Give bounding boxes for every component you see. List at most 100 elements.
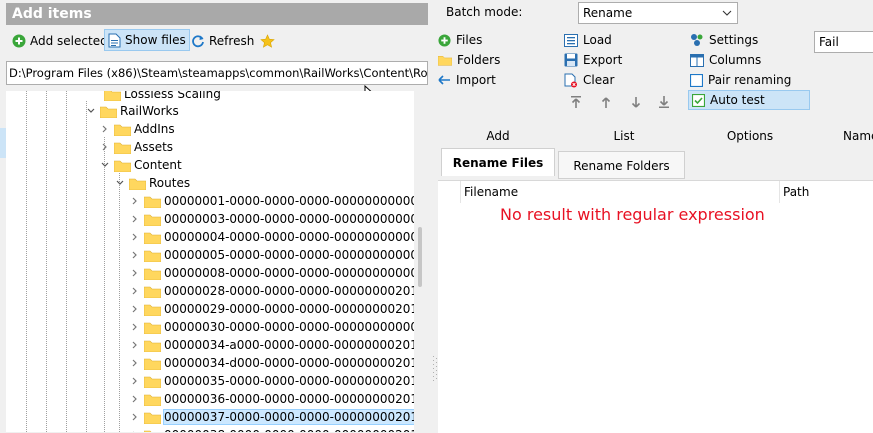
tree-item-routes[interactable]: Routes xyxy=(115,174,190,192)
tree-item-label: 00000029-0000-0000-0000-000000002014 xyxy=(164,302,422,316)
chevron-right-icon[interactable] xyxy=(130,412,140,422)
move-down-icon[interactable] xyxy=(630,96,642,109)
tree-item-assets[interactable]: Assets xyxy=(100,138,173,156)
no-result-message: No result with regular expression xyxy=(500,205,765,224)
chevron-down-icon[interactable] xyxy=(86,106,96,116)
column-header-path[interactable]: Path xyxy=(783,181,809,203)
tree-item-route[interactable]: 00000028-0000-0000-0000-000000002014 xyxy=(130,282,422,300)
folder-tree[interactable]: Lossless Scaling RailWorks AddIns Assets… xyxy=(6,91,422,432)
tree-item-railworks[interactable]: RailWorks xyxy=(86,102,179,120)
checkbox-unchecked-icon xyxy=(690,73,703,87)
chevron-down-icon[interactable] xyxy=(115,178,125,188)
move-bottom-icon[interactable] xyxy=(658,95,670,109)
tree-item-route[interactable]: 00000004-0000-0000-0000-000000000000 xyxy=(130,228,422,246)
chevron-right-icon[interactable] xyxy=(130,268,140,278)
path-input[interactable]: D:\Program Files (x86)\Steam\steamapps\c… xyxy=(6,61,428,85)
folder-icon xyxy=(144,357,161,370)
column-header-filename[interactable]: Filename xyxy=(464,181,518,203)
import-button[interactable]: Import xyxy=(438,71,496,89)
tree-item-label: 00000038-0000-0000-0000-000000002013 xyxy=(164,428,422,432)
auto-test-checkbox[interactable]: Auto test xyxy=(688,90,810,110)
favorite-button[interactable] xyxy=(260,30,275,52)
folder-icon xyxy=(144,267,161,280)
move-up-icon[interactable] xyxy=(600,96,612,109)
add-selected-label: Add selected xyxy=(30,34,108,48)
tree-item-route[interactable]: 00000035-0000-0000-0000-000000002012 xyxy=(130,372,422,390)
tree-item-route[interactable]: 00000003-0000-0000-0000-000000000000 xyxy=(130,210,422,228)
chevron-right-icon[interactable] xyxy=(130,214,140,224)
import-label: Import xyxy=(456,73,496,87)
add-folders-button[interactable]: Folders xyxy=(438,51,500,69)
chevron-down-icon[interactable] xyxy=(100,160,110,170)
tree-item-route[interactable]: 00000005-0000-0000-0000-000000000000 xyxy=(130,246,422,264)
batch-mode-select[interactable]: Rename xyxy=(578,2,738,24)
list-group-label: List xyxy=(613,129,635,143)
chevron-right-icon[interactable] xyxy=(130,322,140,332)
tab-rename-folders[interactable]: Rename Folders xyxy=(558,151,685,179)
chevron-right-icon[interactable] xyxy=(100,142,110,152)
chevron-right-icon[interactable] xyxy=(130,250,140,260)
chevron-right-icon[interactable] xyxy=(130,286,140,296)
folder-icon xyxy=(144,321,161,334)
move-top-icon[interactable] xyxy=(570,95,582,109)
show-files-button[interactable]: Show files xyxy=(104,29,190,51)
add-selected-button[interactable]: Add selected xyxy=(12,30,108,52)
results-list[interactable]: Filename Path No result with regular exp… xyxy=(438,180,873,433)
folder-icon xyxy=(100,105,117,118)
scrollbar-thumb[interactable] xyxy=(418,227,422,287)
settings-button[interactable]: Settings xyxy=(690,31,758,49)
tree-item-route[interactable]: 00000036-0000-0000-0000-000000002012 xyxy=(130,390,422,408)
load-button[interactable]: Load xyxy=(564,31,612,49)
chevron-right-icon[interactable] xyxy=(130,196,140,206)
settings-label: Settings xyxy=(709,33,759,47)
tree-item-label: 00000003-0000-0000-0000-000000000000 xyxy=(164,212,422,226)
load-label: Load xyxy=(583,33,612,47)
column-header-check[interactable] xyxy=(438,181,461,203)
tree-item-addins[interactable]: AddIns xyxy=(100,120,175,138)
tree-item-route[interactable]: 00000001-0000-0000-0000-000000000000 xyxy=(130,192,422,210)
folder-icon xyxy=(144,411,161,424)
tree-item-label: Lossless Scaling xyxy=(124,91,221,101)
tree-scrollbar[interactable] xyxy=(414,91,428,432)
columns-button[interactable]: Columns xyxy=(690,51,761,69)
tree-item-label: 00000037-0000-0000-0000-000000002013 xyxy=(163,409,422,425)
chevron-right-icon[interactable] xyxy=(100,124,110,134)
pane-splitter[interactable] xyxy=(430,0,438,432)
chevron-right-icon[interactable] xyxy=(130,358,140,368)
tree-item-route[interactable]: 00000037-0000-0000-0000-000000002013 xyxy=(130,408,422,426)
chevron-right-icon[interactable] xyxy=(130,304,140,314)
folder-icon xyxy=(144,249,161,262)
tab-rename-files[interactable]: Rename Files xyxy=(441,148,555,176)
panel-title: Add items xyxy=(6,3,428,25)
clear-button[interactable]: Clear xyxy=(564,71,614,89)
batch-mode-value: Rename xyxy=(583,6,633,20)
tree-item-route[interactable]: 00000029-0000-0000-0000-000000002014 xyxy=(130,300,422,318)
tree-item-route[interactable]: 00000034-a000-0000-0000-000000002012 xyxy=(130,336,422,354)
pair-renaming-checkbox[interactable]: Pair renaming xyxy=(690,71,791,89)
chevron-right-icon[interactable] xyxy=(130,394,140,404)
tree-item-label: 00000036-0000-0000-0000-000000002012 xyxy=(164,392,422,406)
folder-icon xyxy=(104,91,121,101)
file-icon xyxy=(108,33,121,48)
chevron-right-icon[interactable] xyxy=(130,376,140,386)
folder-icon xyxy=(144,231,161,244)
tree-item-route[interactable]: 00000034-d000-0000-0000-000000002014 xyxy=(130,354,422,372)
export-button[interactable]: Export xyxy=(564,51,622,69)
auto-test-label: Auto test xyxy=(710,93,765,107)
add-files-button[interactable]: Files xyxy=(438,31,482,49)
tree-item-label: Assets xyxy=(134,140,174,154)
fail-field[interactable]: Fail xyxy=(814,31,873,53)
tree-item-route[interactable]: 00000008-0000-0000-0000-000000000000 xyxy=(130,264,422,282)
fail-value: Fail xyxy=(819,35,839,49)
folder-icon xyxy=(129,177,146,190)
chevron-right-icon[interactable] xyxy=(130,232,140,242)
list-icon xyxy=(564,33,578,47)
tree-item-route[interactable]: 00000030-0000-0000-0000-000000000000 xyxy=(130,318,422,336)
options-group-label: Options xyxy=(726,129,774,143)
tree-item-label: 00000001-0000-0000-0000-000000000000 xyxy=(164,194,422,208)
folder-icon xyxy=(114,159,131,172)
tree-item-route[interactable]: 00000038-0000-0000-0000-000000002013 xyxy=(130,426,422,432)
tree-item-content[interactable]: Content xyxy=(100,156,182,174)
chevron-right-icon[interactable] xyxy=(130,340,140,350)
refresh-button[interactable]: Refresh xyxy=(191,30,254,52)
